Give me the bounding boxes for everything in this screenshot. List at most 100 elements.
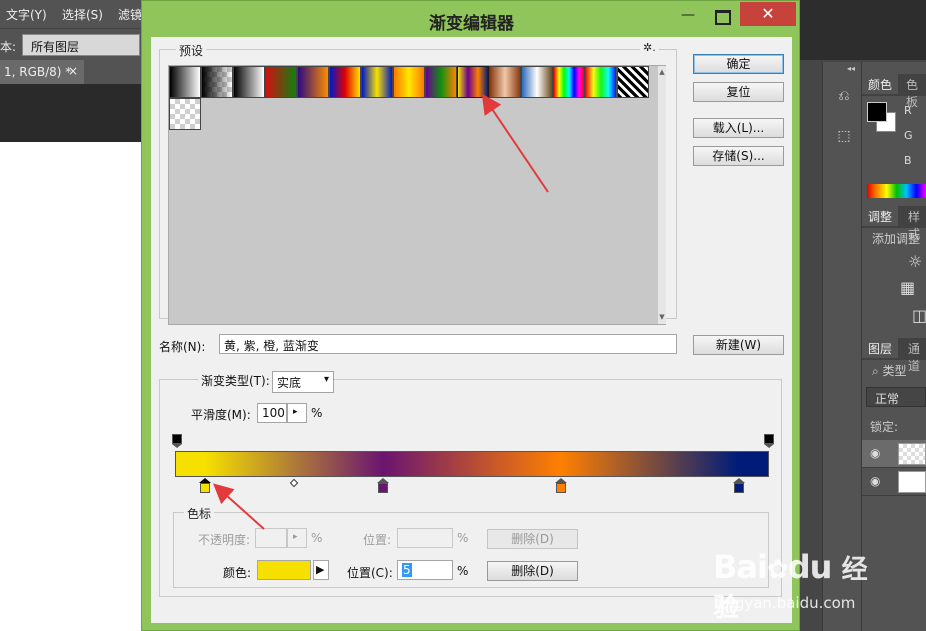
tab-color[interactable]: 颜色 xyxy=(862,74,899,94)
preset-swatch-transparent-stripes[interactable] xyxy=(617,66,649,98)
presets-grid: ▲ ▼ xyxy=(168,65,666,325)
visibility-eye-icon[interactable]: ◉ xyxy=(870,474,880,488)
preset-swatch-red-green[interactable] xyxy=(265,66,297,98)
presets-label: 预设 xyxy=(176,42,207,59)
gradient-preview-bar[interactable] xyxy=(175,451,769,477)
scroll-up-icon[interactable]: ▲ xyxy=(658,68,666,76)
tab-layers[interactable]: 图层 xyxy=(862,338,899,358)
smoothness-spinner-icon[interactable]: ▸ xyxy=(287,403,307,423)
preset-swatch-chrome[interactable] xyxy=(521,66,553,98)
foreground-color-swatch[interactable] xyxy=(867,102,887,122)
stop-color-swatch[interactable] xyxy=(257,560,311,580)
opacity-stop-right[interactable] xyxy=(764,434,774,448)
channel-b-label: B xyxy=(904,154,912,167)
name-label: 名称(N): xyxy=(159,340,206,354)
preset-swatch-violet-orange[interactable] xyxy=(297,66,329,98)
document-tab[interactable]: 1, RGB/8) * × xyxy=(0,60,84,84)
tab-channels[interactable]: 通道 xyxy=(902,338,926,373)
name-field[interactable]: 黄, 紫, 橙, 蓝渐变 xyxy=(219,334,677,354)
menu-text[interactable]: 文字(Y) xyxy=(6,6,47,23)
channel-g-label: G xyxy=(904,129,913,142)
menu-select[interactable]: 选择(S) xyxy=(62,6,103,23)
preset-swatch-foreground-to-transparent[interactable] xyxy=(201,66,233,98)
color-menu-arrow-icon[interactable]: ▶ xyxy=(313,560,329,580)
minimize-icon[interactable]: — xyxy=(675,7,701,27)
add-adjustment-label: 添加调整 xyxy=(872,232,921,246)
scroll-down-icon[interactable]: ▼ xyxy=(658,313,666,321)
gradient-type-label: 渐变类型(T): xyxy=(198,372,273,389)
color-stop-3[interactable] xyxy=(555,478,568,493)
position-label: 位置(C): xyxy=(347,566,393,580)
collapse-icon[interactable]: ◂◂ xyxy=(847,64,855,73)
opacity-stop-left[interactable] xyxy=(172,434,182,448)
preset-swatch-yellow-violet-orange-blue[interactable] xyxy=(457,66,489,98)
lock-label: 锁定: xyxy=(870,420,899,434)
gradient-type-value: 实底 xyxy=(277,376,302,390)
tab-adjustments[interactable]: 调整 xyxy=(862,206,899,226)
load-button[interactable]: 载入(L)... xyxy=(693,118,784,138)
stops-legend: 色标 xyxy=(184,505,215,522)
channel-r-label: R xyxy=(904,104,912,117)
layer-filter-search[interactable]: ⌕ 类型 xyxy=(872,362,907,379)
curves-icon[interactable]: ◫ xyxy=(912,306,926,325)
watermark-brand2: du xyxy=(787,548,833,586)
preset-swatch-neutral-density[interactable] xyxy=(169,98,201,130)
menu-filter[interactable]: 滤镜 xyxy=(118,6,142,23)
preset-swatch-copper[interactable] xyxy=(489,66,521,98)
color-stop-4[interactable] xyxy=(733,478,746,493)
save-button[interactable]: 存储(S)... xyxy=(693,146,784,166)
color-spectrum-bar[interactable] xyxy=(867,184,926,198)
opacity-position-field xyxy=(397,528,453,548)
document-canvas[interactable] xyxy=(0,142,145,631)
layer-thumbnail xyxy=(898,471,926,493)
preset-swatch-transparent-rainbow[interactable] xyxy=(585,66,617,98)
document-tab-close-icon[interactable]: × xyxy=(68,64,78,78)
position-field[interactable]: 5 xyxy=(397,560,453,580)
watermark-brand: Bai xyxy=(713,548,768,586)
preset-swatch-spectrum[interactable] xyxy=(553,66,585,98)
ps-right-top xyxy=(800,0,926,60)
levels-icon[interactable]: ▦ xyxy=(900,278,915,297)
color-stop-2[interactable] xyxy=(376,478,389,493)
maximize-icon[interactable] xyxy=(708,6,734,26)
dialog-title: 渐变编辑器 xyxy=(429,14,514,34)
preset-swatch-black-white[interactable] xyxy=(233,66,265,98)
chevron-down-icon: ▾ xyxy=(323,374,329,385)
opacity-position-label: 位置: xyxy=(363,533,392,547)
ok-button[interactable]: 确定 xyxy=(693,54,784,74)
position-value: 5 xyxy=(402,563,412,577)
delete-color-stop-button[interactable]: 删除(D) xyxy=(487,561,578,581)
watermark-url: jingyan.baidu.com xyxy=(717,594,856,612)
preset-swatch-orange-yellow-orange[interactable] xyxy=(393,66,425,98)
preset-swatch-blue-red-yellow[interactable] xyxy=(329,66,361,98)
presets-scrollbar[interactable]: ▲ ▼ xyxy=(658,66,666,324)
preset-swatch-violet-green-orange[interactable] xyxy=(425,66,457,98)
blend-mode-select[interactable]: 正常 xyxy=(866,387,926,407)
preset-swatch-blue-yellow-blue[interactable] xyxy=(361,66,393,98)
presets-group: 预设 ✲. ▲ ▼ xyxy=(159,41,677,325)
tab-swatches[interactable]: 色板 xyxy=(900,74,926,109)
sample-select[interactable]: 所有图层 xyxy=(22,34,140,56)
layer-row[interactable]: ◉ xyxy=(862,468,926,496)
layer-filter-label: 类型 xyxy=(882,364,907,378)
delete-opacity-stop-button: 删除(D) xyxy=(487,529,578,549)
tab-styles[interactable]: 样式 xyxy=(902,206,926,241)
opacity-position-unit: % xyxy=(457,531,469,545)
color-stop-1[interactable] xyxy=(198,478,211,493)
3d-icon[interactable]: ⬚ xyxy=(833,128,855,148)
preset-swatch-foreground-to-background[interactable] xyxy=(169,66,201,98)
new-button[interactable]: 新建(W) xyxy=(693,335,784,355)
visibility-eye-icon[interactable]: ◉ xyxy=(870,446,880,460)
document-backdrop xyxy=(0,84,145,142)
smoothness-field[interactable]: 100 xyxy=(257,403,287,423)
gradient-type-select[interactable]: 实底 ▾ xyxy=(272,371,334,393)
history-icon[interactable]: ⎌ xyxy=(833,88,855,108)
layer-row[interactable]: ◉ xyxy=(862,440,926,468)
paw-icon: ✿ xyxy=(766,555,789,585)
close-icon[interactable]: ✕ xyxy=(740,2,796,26)
dialog-titlebar[interactable]: 渐变编辑器 — ✕ xyxy=(142,1,801,37)
brightness-icon[interactable]: ☼ xyxy=(908,252,922,271)
reset-button[interactable]: 复位 xyxy=(693,82,784,102)
opacity-label: 不透明度: xyxy=(198,533,251,547)
presets-gear-icon[interactable]: ✲. xyxy=(640,41,659,54)
